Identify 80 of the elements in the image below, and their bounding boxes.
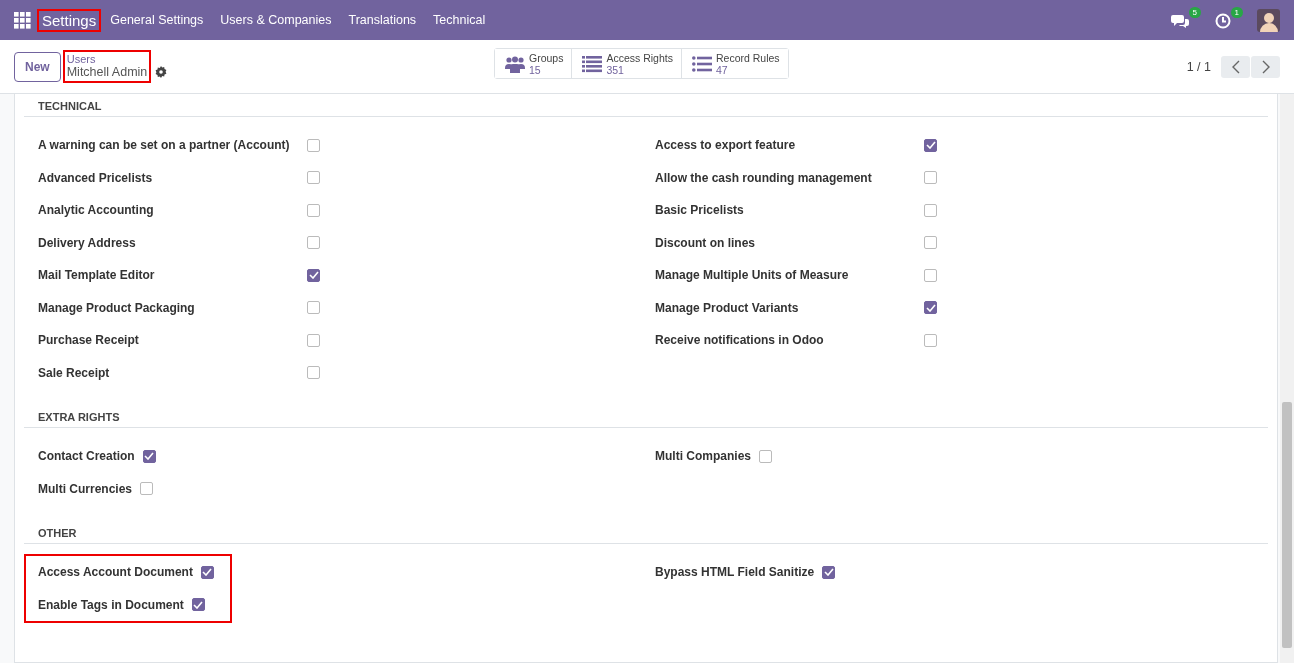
activity-count-badge: 1 [1230, 7, 1243, 18]
stat-value: 351 [606, 64, 625, 76]
field-label: Delivery Address [38, 235, 137, 250]
activities-button[interactable]: 1 [1215, 7, 1243, 29]
list-icon [582, 56, 603, 73]
checkbox[interactable] [924, 138, 937, 152]
chevron-left-icon [1231, 59, 1240, 74]
field-label: Manage Product Variants [655, 300, 800, 315]
gear-icon [155, 65, 168, 78]
field-label: Advanced Pricelists [38, 170, 154, 185]
record-title: Mitchell Admin [66, 65, 148, 79]
section-heading: OTHER [24, 527, 1268, 544]
field-label: Access to export feature [655, 138, 797, 153]
pager-value: 1 / 1 [1186, 59, 1211, 74]
field-label: Multi Companies [655, 449, 751, 464]
stat-value: 47 [715, 64, 729, 76]
checkbox[interactable] [307, 366, 320, 380]
breadcrumb-link[interactable]: Users [66, 53, 148, 65]
previous-button[interactable] [1221, 55, 1250, 78]
checkbox[interactable] [924, 236, 937, 250]
field-label: Discount on lines [655, 235, 756, 250]
checkbox[interactable] [924, 203, 937, 217]
field-label: Allow the cash rounding management [655, 170, 873, 185]
field-label: Manage Product Packaging [38, 300, 196, 315]
people-icon [505, 56, 525, 73]
field-label: Enable Tags in Document [38, 597, 184, 612]
checkbox[interactable] [191, 598, 205, 612]
stat-value: 15 [529, 64, 542, 76]
stat-button[interactable]: Groups 15 [495, 49, 573, 78]
bulleted-list-icon [691, 56, 712, 73]
field-label: A warning can be set on a partner (Account) [38, 138, 291, 153]
checkbox[interactable] [924, 171, 937, 185]
next-button[interactable] [1251, 55, 1280, 78]
user-avatar[interactable] [1257, 8, 1280, 32]
messages-button[interactable]: 5 [1171, 7, 1201, 29]
checkbox[interactable] [307, 138, 320, 152]
field-label: Bypass HTML Field Sanitize [655, 565, 815, 580]
checkbox[interactable] [307, 236, 320, 250]
field-label: Receive notifications in Odoo [655, 333, 825, 348]
grid-icon [14, 11, 31, 29]
chevron-right-icon [1261, 59, 1270, 74]
checkbox[interactable] [307, 301, 320, 315]
menu-item[interactable]: Translations [348, 13, 417, 27]
message-count-badge: 5 [1188, 7, 1201, 18]
checkbox[interactable] [307, 268, 320, 282]
chat-bubbles-icon [1171, 13, 1189, 29]
stat-label: Record Rules [715, 52, 780, 64]
checkbox[interactable] [822, 565, 836, 579]
scrollbar[interactable] [1280, 94, 1294, 663]
field-label: Analytic Accounting [38, 203, 155, 218]
clock-icon [1215, 13, 1231, 29]
field-label: Mail Template Editor [38, 268, 156, 283]
stat-label: Groups [529, 52, 564, 64]
field-label: Contact Creation [38, 449, 135, 464]
stat-label: Access Rights [606, 52, 673, 64]
new-button[interactable]: New [14, 51, 61, 82]
checkbox[interactable] [200, 565, 214, 579]
apps-menu-button[interactable] [14, 11, 31, 29]
checkbox[interactable] [924, 301, 937, 315]
field-label: Access Account Document [38, 565, 193, 580]
checkbox[interactable] [759, 449, 772, 463]
field-label: Basic Pricelists [655, 203, 745, 218]
scrollbar-thumb[interactable] [1282, 402, 1292, 648]
menu-item[interactable]: General Settings [110, 13, 204, 27]
menu-item[interactable]: Users & Companies [220, 13, 332, 27]
section-heading: EXTRA RIGHTS [24, 411, 1268, 428]
field-label: Sale Receipt [38, 365, 111, 380]
field-label: Purchase Receipt [38, 333, 140, 348]
checkbox[interactable] [307, 171, 320, 185]
app-title[interactable]: Settings [37, 8, 102, 32]
checkbox[interactable] [924, 333, 937, 347]
checkbox[interactable] [924, 268, 937, 282]
section-heading: TECHNICAL [24, 100, 1268, 117]
field-label: Manage Multiple Units of Measure [655, 268, 850, 283]
checkbox[interactable] [307, 203, 320, 217]
field-label: Multi Currencies [38, 481, 133, 496]
checkbox[interactable] [307, 333, 320, 347]
checkbox[interactable] [140, 482, 154, 496]
menu-item[interactable]: Technical [433, 13, 486, 27]
checkbox[interactable] [142, 449, 156, 463]
